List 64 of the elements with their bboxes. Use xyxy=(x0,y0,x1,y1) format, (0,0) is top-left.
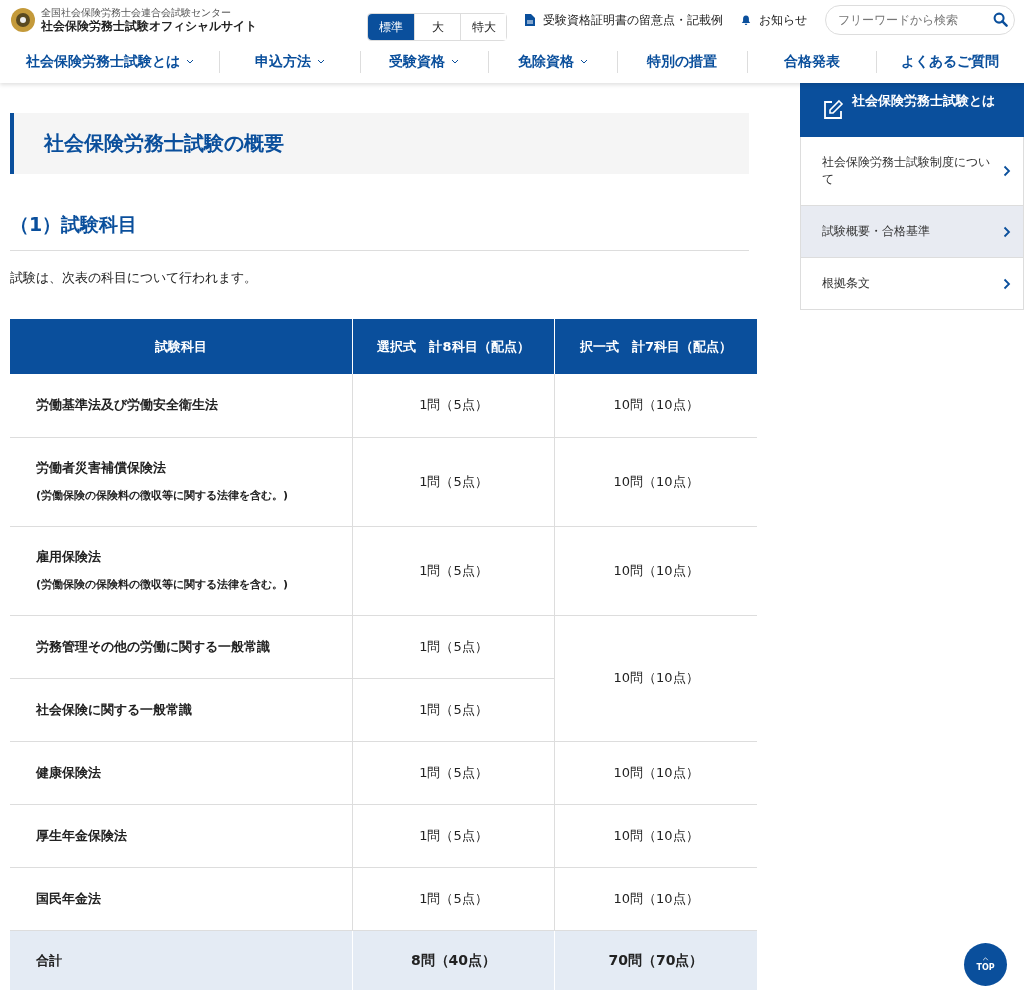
nav-item[interactable]: 申込方法 xyxy=(219,50,360,73)
table-cell: 1問（5点） xyxy=(352,526,555,615)
subject-cell: 国民年金法 xyxy=(10,867,353,930)
table-cell: 10問（10点） xyxy=(554,526,757,615)
subject-cell: 健康保険法 xyxy=(10,741,353,804)
subject-cell: 厚生年金保険法 xyxy=(10,804,353,867)
table-cell: 1問（5点） xyxy=(352,615,555,678)
caret-up-icon xyxy=(982,957,989,961)
subject-cell: 労務管理その他の労働に関する一般常識 xyxy=(10,615,353,678)
nav-item[interactable]: 合格発表 xyxy=(747,50,876,73)
subject-cell: 雇用保険法 (労働保険の保険料の徴収等に関する法律を含む。) xyxy=(10,526,353,615)
table-cell: 1問（5点） xyxy=(352,741,555,804)
table-cell: 1問（5点） xyxy=(352,437,555,526)
nav-item[interactable]: 社会保険労務士試験とは xyxy=(0,50,220,73)
table-cell: 70問（70点） xyxy=(554,930,757,990)
section-heading: （1）試験科目 xyxy=(10,212,749,251)
font-size-button[interactable]: 標準 xyxy=(368,14,414,40)
nav-item[interactable]: 免除資格 xyxy=(488,50,617,73)
column-header: 試験科目 xyxy=(10,319,353,374)
chevron-down-icon xyxy=(451,59,460,64)
organization-name: 全国社会保険労務士会連合会試験センター xyxy=(41,6,232,19)
table-cell: 1問（5点） xyxy=(352,867,555,930)
chevron-right-icon xyxy=(1003,277,1011,290)
sidebar-heading: 社会保険労務士試験とは xyxy=(800,83,1024,137)
site-title[interactable]: 社会保険労務士試験オフィシャルサイト xyxy=(41,18,257,34)
search-field[interactable]: フリーワードから検索 xyxy=(825,5,1015,35)
table-cell: 1問（5点） xyxy=(352,678,555,741)
edit-icon xyxy=(822,99,844,121)
document-icon xyxy=(525,14,535,26)
header-link[interactable]: お知らせ xyxy=(741,11,807,29)
subject-cell: 労働者災害補償保険法 (労働保険の保険料の徴収等に関する法律を含む。) xyxy=(10,437,353,526)
chevron-down-icon xyxy=(316,59,325,64)
chevron-right-icon xyxy=(1003,225,1011,238)
header-link[interactable]: 受験資格証明書の留意点・記載例 xyxy=(525,11,723,29)
bell-icon xyxy=(741,14,751,26)
sidebar-item[interactable]: 根拠条文 xyxy=(800,258,1024,310)
table-cell: 8問（40点） xyxy=(352,930,555,990)
subject-cell: 労働基準法及び労働安全衛生法 xyxy=(10,374,353,437)
chevron-down-icon xyxy=(579,59,588,64)
chevron-right-icon xyxy=(1003,165,1011,177)
nav-item[interactable]: よくあるご質問 xyxy=(875,50,1024,73)
table-cell: 10問（10点） xyxy=(554,867,757,930)
chevron-down-icon xyxy=(185,59,194,64)
font-size-button[interactable]: 特大 xyxy=(460,14,506,40)
table-cell: 10問（10点） xyxy=(554,615,757,741)
nav-item[interactable]: 特別の措置 xyxy=(616,50,748,73)
table-cell: 1問（5点） xyxy=(352,374,555,437)
table-cell: 10問（10点） xyxy=(554,437,757,526)
table-cell: 10問（10点） xyxy=(554,741,757,804)
sidebar-item[interactable]: 社会保険労務士試験制度について xyxy=(800,137,1024,206)
emblem-icon xyxy=(10,7,36,33)
search-icon[interactable] xyxy=(993,12,1008,27)
table-cell: 10問（10点） xyxy=(554,804,757,867)
subject-cell: 合計 xyxy=(10,930,353,990)
back-to-top-button[interactable]: TOP xyxy=(964,943,1007,986)
column-header: 選択式 計8科目（配点） xyxy=(352,319,555,374)
nav-item[interactable]: 受験資格 xyxy=(359,50,489,73)
table-cell: 1問（5点） xyxy=(352,804,555,867)
page-title: 社会保険労務士試験の概要 xyxy=(10,113,749,174)
column-header: 択一式 計7科目（配点） xyxy=(554,319,757,374)
intro-text: 試験は、次表の科目について行われます。 xyxy=(10,269,258,287)
table-cell: 10問（10点） xyxy=(554,374,757,437)
sidebar-item[interactable]: 試験概要・合格基準 xyxy=(800,206,1024,258)
subject-cell: 社会保険に関する一般常識 xyxy=(10,678,353,741)
